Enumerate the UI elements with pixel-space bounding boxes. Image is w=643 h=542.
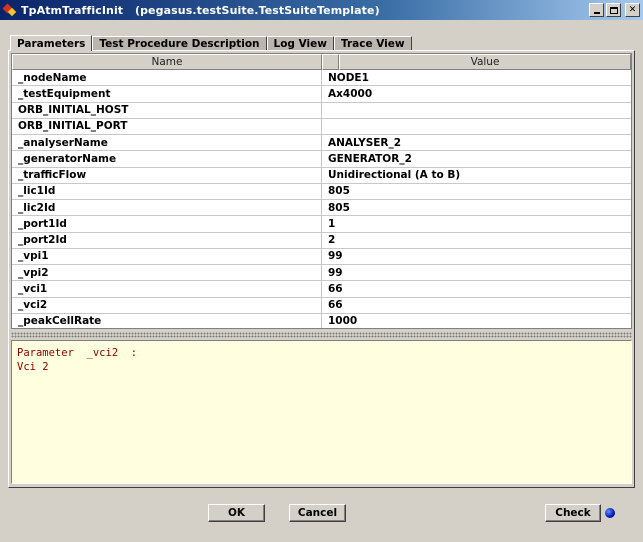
table-row[interactable]: _vpi2 99 xyxy=(12,265,631,282)
table-row[interactable]: _lic2Id 805 xyxy=(12,200,631,217)
app-logo-icon xyxy=(2,3,17,17)
parameter-name-cell: _vci1 xyxy=(12,281,322,297)
tab-log-view[interactable]: Log View xyxy=(266,36,334,51)
cancel-button[interactable]: Cancel xyxy=(289,504,346,522)
parameter-name-cell: _lic1Id xyxy=(12,183,322,199)
table-row[interactable]: ORB_INITIAL_PORT xyxy=(12,118,631,135)
parameter-value-cell[interactable]: 99 xyxy=(322,265,614,280)
close-button[interactable]: ✕ xyxy=(625,3,640,17)
table-row[interactable]: _nodeName NODE1 xyxy=(12,70,631,87)
check-button[interactable]: Check xyxy=(545,504,601,522)
ok-button[interactable]: OK xyxy=(208,504,265,522)
parameter-name-cell: _vpi1 xyxy=(12,248,322,264)
parameter-value-cell[interactable]: 66 xyxy=(322,298,614,313)
parameter-name-cell: _nodeName xyxy=(12,70,322,86)
parameter-value-cell[interactable]: 2 xyxy=(322,233,614,248)
table-row[interactable]: _testEquipment Ax4000 xyxy=(12,86,631,103)
parameter-name-cell: _lic2Id xyxy=(12,200,322,216)
minimize-button[interactable] xyxy=(589,3,604,17)
parameter-value-cell[interactable]: 805 xyxy=(322,200,614,215)
parameter-name-cell: _vci2 xyxy=(12,297,322,313)
parameter-name-cell: _trafficFlow xyxy=(12,167,322,183)
dialog-window: TpAtmTrafficInit (pegasus.testSuite.Test… xyxy=(0,0,643,542)
table-row[interactable]: ORB_INITIAL_HOST xyxy=(12,102,631,119)
column-header-spacer xyxy=(322,54,339,70)
parameter-value-cell[interactable]: ANALYSER_2 xyxy=(322,135,614,150)
table-row[interactable]: _analyserName ANALYSER_2 xyxy=(12,135,631,152)
table-body: _nodeName NODE1 _testEquipment Ax4000 ORB_IN… xyxy=(12,70,631,328)
parameter-name-cell: ORB_INITIAL_PORT xyxy=(12,118,322,134)
table-row[interactable]: _vpi1 99 xyxy=(12,248,631,265)
table-row[interactable]: _port1Id 1 xyxy=(12,216,631,233)
window-title: TpAtmTrafficInit (pegasus.testSuite.Test… xyxy=(21,3,380,17)
close-icon: ✕ xyxy=(628,4,637,15)
parameter-value-cell[interactable]: 99 xyxy=(322,249,614,264)
parameter-name-cell: _port1Id xyxy=(12,216,322,232)
minimize-icon xyxy=(593,11,600,14)
parameter-value-cell[interactable]: GENERATOR_2 xyxy=(322,151,614,166)
parameter-name-cell: _analyserName xyxy=(12,135,322,151)
status-indicator-icon xyxy=(605,508,615,518)
splitter-handle[interactable] xyxy=(11,332,632,338)
tab-parameters[interactable]: Parameters xyxy=(10,35,93,51)
parameter-name-cell: ORB_INITIAL_HOST xyxy=(12,102,322,118)
parameter-name-cell: _generatorName xyxy=(12,151,322,167)
window-controls: ✕ xyxy=(589,3,640,17)
parameter-value-cell[interactable]: NODE1 xyxy=(322,70,614,85)
column-header-name[interactable]: Name xyxy=(12,54,322,70)
parameter-name-cell: _testEquipment xyxy=(12,86,322,102)
parameter-value-cell[interactable]: 1000 xyxy=(322,314,614,328)
tab-test-procedure-description[interactable]: Test Procedure Description xyxy=(92,36,267,51)
table-row[interactable]: _generatorName GENERATOR_2 xyxy=(12,151,631,168)
parameter-value-cell[interactable]: 805 xyxy=(322,184,614,199)
parameter-name-cell: _peakCellRate xyxy=(12,313,322,328)
description-line: Parameter _vci2 : xyxy=(17,347,138,359)
maximize-icon xyxy=(609,6,618,14)
parameter-value-cell[interactable]: Ax4000 xyxy=(322,86,614,101)
table-row[interactable]: _peakCellRate 1000 xyxy=(12,313,631,328)
parameters-panel: Name Value _nodeName NODE1 _testEquipment A… xyxy=(8,50,635,488)
title-bar[interactable]: TpAtmTrafficInit (pegasus.testSuite.Test… xyxy=(0,0,643,20)
table-row[interactable]: _lic1Id 805 xyxy=(12,183,631,200)
tab-bar: Parameters Test Procedure Description Lo… xyxy=(10,35,412,51)
table-row[interactable]: _vci1 66 xyxy=(12,281,631,298)
parameters-table: Name Value _nodeName NODE1 _testEquipment A… xyxy=(11,53,632,329)
table-header: Name Value xyxy=(12,54,631,70)
column-header-value[interactable]: Value xyxy=(339,54,631,70)
table-row[interactable]: _vci2 66 xyxy=(12,297,631,314)
parameter-description-area[interactable]: Parameter _vci2 : Vci 2 xyxy=(11,340,632,484)
description-line: Vci 2 xyxy=(17,361,49,373)
table-row[interactable]: _trafficFlow Unidirectional (A to B) xyxy=(12,167,631,184)
tab-trace-view[interactable]: Trace View xyxy=(333,36,412,51)
parameter-value-cell[interactable]: 66 xyxy=(322,281,614,296)
table-row[interactable]: _port2Id 2 xyxy=(12,232,631,249)
parameter-name-cell: _vpi2 xyxy=(12,265,322,281)
parameter-value-cell[interactable]: Unidirectional (A to B) xyxy=(322,168,614,183)
parameter-value-cell[interactable]: 1 xyxy=(322,216,614,231)
parameter-name-cell: _port2Id xyxy=(12,232,322,248)
parameter-value-cell[interactable] xyxy=(322,103,614,118)
maximize-button[interactable] xyxy=(606,3,621,17)
parameter-value-cell[interactable] xyxy=(322,119,614,134)
